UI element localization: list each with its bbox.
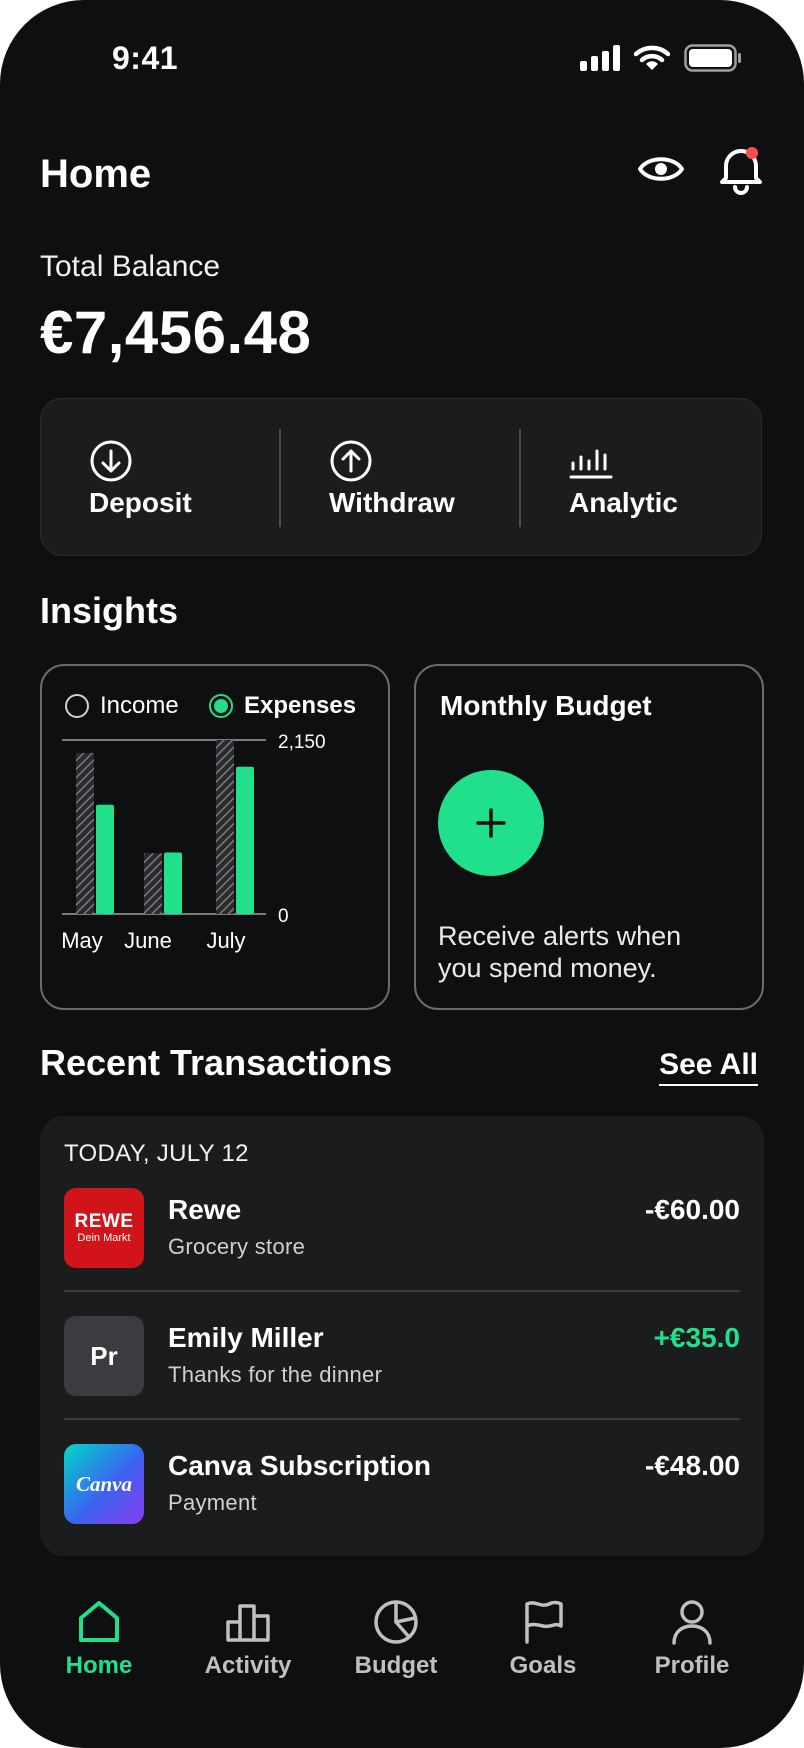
toggle-visibility-button[interactable]: [636, 144, 686, 194]
recent-transactions-title: Recent Transactions: [40, 1042, 393, 1083]
y-tick-label: 0: [278, 906, 289, 927]
battery-icon: [684, 44, 741, 72]
transaction-name: Emily Miller: [168, 1322, 324, 1353]
avatar-initials: Pr: [90, 1340, 118, 1371]
y-tick-label: 2,150: [278, 732, 326, 753]
deposit-button[interactable]: Deposit: [41, 399, 261, 557]
nav-home[interactable]: Home: [24, 1598, 174, 1708]
nav-profile[interactable]: Profile: [617, 1598, 767, 1708]
nav-activity[interactable]: Activity: [173, 1598, 323, 1708]
user-icon: [672, 1600, 712, 1645]
rewe-logo: REWE Dein Markt: [64, 1188, 144, 1268]
transaction-subtitle: Thanks for the dinner: [168, 1362, 383, 1387]
bar-income-june: [144, 853, 162, 914]
x-tick-label: July: [206, 928, 245, 953]
transaction-subtitle: Grocery store: [168, 1234, 306, 1259]
bar-expenses-may: [96, 804, 114, 914]
insights-chart-card: Income Expenses 2,150 0 May June July: [40, 664, 390, 1010]
nav-goals-label: Goals: [509, 1652, 577, 1679]
home-icon: [79, 1601, 119, 1642]
nav-goals[interactable]: Goals: [468, 1598, 618, 1708]
arrow-up-circle-icon: [330, 440, 372, 482]
transactions-date: TODAY, JULY 12: [64, 1140, 249, 1167]
analytic-button[interactable]: Analytic: [521, 399, 741, 557]
plus-icon: [476, 808, 506, 838]
status-icons: [580, 44, 742, 72]
phone-screen: 9:41 Home Total Balance €7,456.48 Deposi…: [0, 0, 804, 1748]
bar-income-july: [216, 740, 234, 914]
wifi-icon: [634, 45, 670, 70]
bell-icon: [720, 147, 762, 195]
withdraw-button[interactable]: Withdraw: [281, 399, 501, 557]
notification-dot: [746, 147, 758, 159]
transaction-amount: -€48.00: [645, 1450, 740, 1481]
page-title: Home: [40, 152, 152, 196]
budget-description-line1: Receive alerts when: [438, 921, 682, 951]
analytic-label: Analytic: [569, 487, 678, 518]
nav-activity-label: Activity: [204, 1652, 292, 1679]
legend-income-label: Income: [100, 692, 179, 719]
transaction-name: Rewe: [168, 1194, 242, 1225]
bottom-nav: Home Activity Budget Goals Profile: [0, 1568, 804, 1748]
withdraw-label: Withdraw: [329, 487, 455, 518]
transaction-row[interactable]: Canva Canva Subscription Payment -€48.00: [64, 1444, 740, 1554]
flag-icon: [525, 1600, 563, 1644]
transaction-row[interactable]: Pr Emily Miller Thanks for the dinner +€…: [64, 1316, 740, 1426]
bar-expenses-july: [236, 766, 254, 914]
balance-value: €7,456.48: [40, 299, 312, 366]
transaction-amount: +€35.0: [653, 1322, 740, 1353]
transaction-subtitle: Payment: [168, 1490, 257, 1515]
transactions-card: TODAY, JULY 12 REWE Dein Markt Rewe Groc…: [40, 1116, 764, 1556]
status-time: 9:41: [112, 40, 179, 76]
nav-budget-label: Budget: [354, 1652, 438, 1679]
activity-bars-icon: [226, 1604, 270, 1642]
pie-chart-icon: [374, 1600, 418, 1644]
legend-expenses[interactable]: Expenses: [208, 692, 356, 720]
add-budget-button[interactable]: [438, 770, 544, 876]
radio-checked-icon: [209, 694, 233, 718]
radio-unchecked-icon: [65, 694, 89, 718]
nav-home-label: Home: [65, 1652, 133, 1679]
canva-logo-text: Canva: [75, 1471, 132, 1496]
arrow-down-circle-icon: [90, 440, 132, 482]
budget-description-line2: you spend money.: [438, 953, 657, 983]
divider: [64, 1418, 740, 1420]
monthly-budget-card: Monthly Budget Receive alerts when you s…: [414, 664, 764, 1010]
budget-title: Monthly Budget: [440, 690, 652, 721]
legend-income[interactable]: Income: [64, 692, 179, 720]
budget-description: Receive alerts when you spend money.: [438, 920, 738, 984]
signal-icon: [580, 45, 620, 71]
see-all-link[interactable]: See All: [659, 1048, 758, 1086]
bar-expenses-june: [164, 852, 182, 914]
canva-logo: Canva: [64, 1444, 144, 1524]
deposit-label: Deposit: [89, 487, 192, 518]
balance-label: Total Balance: [40, 250, 221, 283]
nav-profile-label: Profile: [654, 1652, 730, 1679]
x-tick-label: May: [61, 928, 103, 953]
divider: [64, 1290, 740, 1292]
insights-title: Insights: [40, 590, 179, 631]
analytics-bars-icon: [569, 449, 613, 479]
eye-icon: [638, 157, 684, 181]
quick-actions: Deposit Withdraw Analytic: [40, 398, 762, 556]
transaction-name: Canva Subscription: [168, 1450, 431, 1481]
legend-expenses-label: Expenses: [244, 692, 357, 719]
transaction-amount: -€60.00: [645, 1194, 740, 1225]
x-tick-label: June: [124, 928, 172, 953]
notifications-button[interactable]: [716, 142, 766, 196]
insights-bar-chart: 2,150 0 May June July: [61, 732, 326, 953]
transaction-row[interactable]: REWE Dein Markt Rewe Grocery store -€60.…: [64, 1188, 740, 1298]
nav-budget[interactable]: Budget: [321, 1598, 471, 1708]
rewe-logo-subtext: Dein Markt: [77, 1231, 131, 1244]
bar-income-may: [76, 752, 94, 914]
rewe-logo-text: REWE: [74, 1210, 134, 1232]
avatar: Pr: [64, 1316, 144, 1396]
